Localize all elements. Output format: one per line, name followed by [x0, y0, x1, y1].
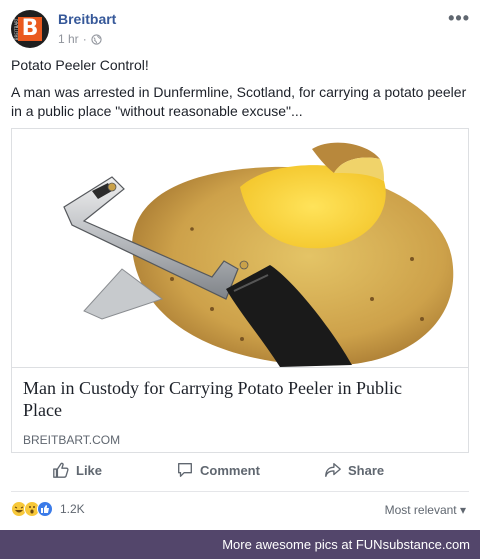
facebook-post: B BREITBART Breitbart 1 hr · ••• Potato … — [0, 0, 480, 530]
like-button[interactable]: Like — [52, 461, 102, 479]
card-headline[interactable]: Man in Custody for Carrying Potato Peele… — [23, 377, 443, 421]
post-time[interactable]: 1 hr — [58, 32, 79, 46]
most-relevant-dropdown[interactable]: Most relevant ▾ — [385, 503, 466, 517]
sort-label: Most relevant — [384, 503, 457, 517]
potato-peeler-illustration — [63, 142, 454, 367]
reaction-count: 1.2K — [60, 502, 85, 516]
watermark-bar: More awesome pics at FUNsubstance.com — [0, 530, 480, 559]
share-label: Share — [348, 462, 385, 478]
watermark-text: More awesome pics at FUNsubstance.com — [222, 537, 470, 552]
chevron-down-icon: ▾ — [459, 503, 466, 517]
link-preview-card[interactable]: Man in Custody for Carrying Potato Peele… — [11, 128, 469, 453]
divider — [11, 491, 469, 492]
post-meta: 1 hr · — [58, 32, 102, 46]
post-title: Potato Peeler Control! — [11, 57, 149, 73]
globe-icon — [91, 33, 102, 45]
potato-peeler-image[interactable] — [12, 129, 468, 367]
page-avatar[interactable]: B BREITBART — [11, 10, 49, 48]
share-arrow-icon — [325, 463, 341, 477]
more-options-icon[interactable]: ••• — [448, 8, 470, 29]
card-domain: BREITBART.COM — [23, 433, 121, 447]
like-label: Like — [76, 462, 103, 478]
thumbs-up-icon — [53, 462, 69, 478]
comment-icon — [178, 463, 192, 477]
avatar-letter: B — [21, 16, 39, 41]
post-text: A man was arrested in Dunfermline, Scotl… — [11, 84, 467, 119]
reactions-summary[interactable]: 1.2K — [11, 501, 85, 517]
comment-label: Comment — [200, 462, 260, 478]
meta-separator: · — [82, 32, 87, 46]
page-name-link[interactable]: Breitbart — [58, 11, 116, 27]
avatar-side-text: BREITBART — [14, 18, 19, 41]
like-reaction-icon — [37, 501, 53, 517]
share-button[interactable]: Share — [324, 461, 384, 479]
action-bar: Like Comment Share — [0, 458, 480, 486]
comment-button[interactable]: Comment — [176, 461, 260, 479]
card-body[interactable]: Man in Custody for Carrying Potato Peele… — [12, 367, 468, 452]
